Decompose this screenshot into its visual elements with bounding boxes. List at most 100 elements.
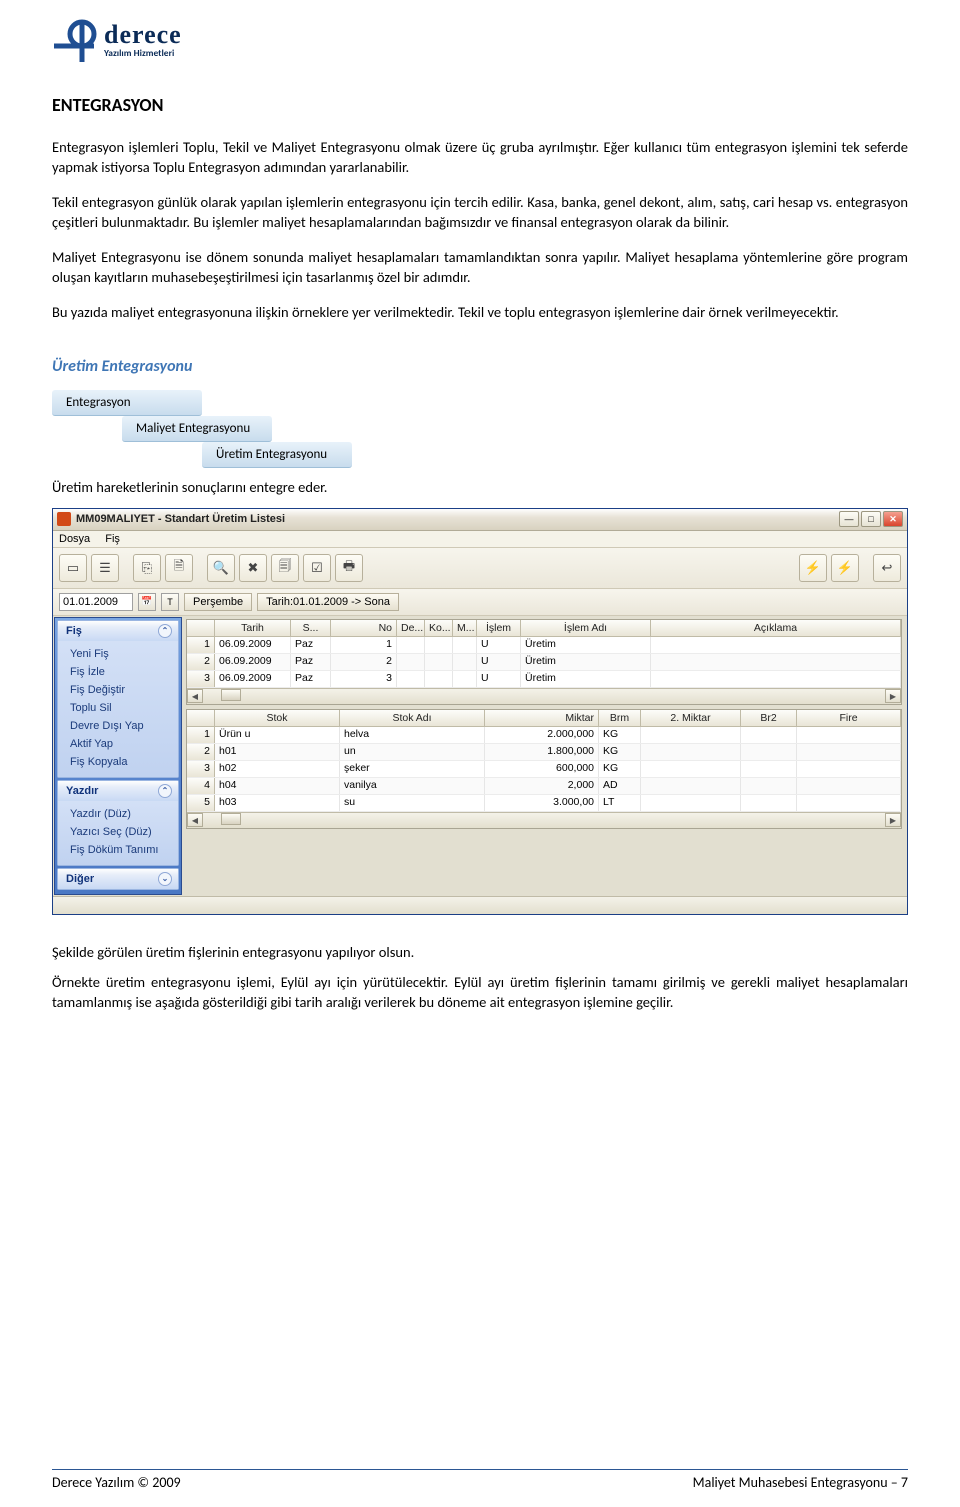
brand-name: derece bbox=[104, 23, 182, 46]
panel-item[interactable]: Fiş İzle bbox=[58, 663, 178, 681]
col-header[interactable]: Açıklama bbox=[651, 620, 901, 636]
date-range-label: Tarih:01.01.2009 -> Sona bbox=[257, 593, 399, 611]
panel-item[interactable]: Fiş Döküm Tanımı bbox=[58, 841, 178, 859]
menu-item-fis[interactable]: Fiş bbox=[105, 533, 120, 545]
scroll-right-icon[interactable]: ▶ bbox=[885, 689, 901, 703]
chevron-down-icon: ⌄ bbox=[158, 872, 172, 886]
minimize-button[interactable]: — bbox=[839, 511, 859, 527]
chevron-up-icon: ⌃ bbox=[158, 624, 172, 638]
col-header[interactable]: Miktar bbox=[485, 710, 599, 726]
col-header[interactable]: S... bbox=[291, 620, 331, 636]
col-header[interactable]: Tarih bbox=[215, 620, 291, 636]
breadcrumb-item: Üretim Entegrasyonu bbox=[202, 442, 352, 468]
body-paragraph: Örnekte üretim entegrasyonu işlemi, Eylü… bbox=[52, 973, 908, 1012]
col-header[interactable]: Br2 bbox=[741, 710, 797, 726]
footer-right: Maliyet Muhasebesi Entegrasyonu – 7 bbox=[693, 1474, 908, 1491]
col-header[interactable]: No bbox=[331, 620, 397, 636]
panel-item[interactable]: Devre Dışı Yap bbox=[58, 717, 178, 735]
col-header[interactable]: De... bbox=[397, 620, 425, 636]
filter-bar: 📅 T Perşembe Tarih:01.01.2009 -> Sona bbox=[53, 589, 907, 616]
col-header[interactable]: 2. Miktar bbox=[641, 710, 741, 726]
logo-mark-icon bbox=[52, 18, 98, 64]
scroll-right-icon[interactable]: ▶ bbox=[885, 813, 901, 827]
toolbar-doc-icon[interactable]: 🗎 bbox=[165, 554, 193, 582]
panel-item[interactable]: Yeni Fiş bbox=[58, 645, 178, 663]
col-header[interactable]: Brm bbox=[599, 710, 641, 726]
table-row[interactable]: 3h02şeker600,000KG bbox=[187, 761, 901, 778]
chevron-up-icon: ⌃ bbox=[158, 784, 172, 798]
scroll-left-icon[interactable]: ◀ bbox=[187, 813, 203, 827]
toolbar-copy-icon[interactable]: ⎘ bbox=[133, 554, 161, 582]
scroll-left-icon[interactable]: ◀ bbox=[187, 689, 203, 703]
scroll-thumb[interactable] bbox=[221, 813, 241, 825]
panel-header-diger[interactable]: Diğer ⌄ bbox=[58, 869, 178, 889]
scroll-thumb[interactable] bbox=[221, 689, 241, 701]
toolbar-new-icon[interactable]: ▭ bbox=[59, 554, 87, 582]
close-button[interactable]: ✕ bbox=[883, 511, 903, 527]
col-header[interactable]: Fire bbox=[797, 710, 901, 726]
panel-header-fis[interactable]: Fiş ⌃ bbox=[58, 621, 178, 641]
body-paragraph: Maliyet Entegrasyonu ise dönem sonunda m… bbox=[52, 248, 908, 287]
date-picker-button[interactable]: 📅 bbox=[138, 593, 156, 611]
toolbar-exit-icon[interactable]: ↩ bbox=[873, 554, 901, 582]
toolbar-check-icon[interactable]: ☑ bbox=[303, 554, 331, 582]
panel-item[interactable]: Toplu Sil bbox=[58, 699, 178, 717]
date-input[interactable] bbox=[59, 593, 133, 611]
body-paragraph: Entegrasyon işlemleri Toplu, Tekil ve Ma… bbox=[52, 138, 908, 177]
toolbar-page-icon[interactable]: 🗐 bbox=[271, 554, 299, 582]
table-row[interactable]: 4h04vanilya2,000AD bbox=[187, 778, 901, 795]
toolbar: ▭ ☰ ⎘ 🗎 🔍 ✖ 🗐 ☑ 🖶 ⚡ ⚡ ↩ bbox=[53, 548, 907, 589]
table-row[interactable]: 2h01un1.800,000KG bbox=[187, 744, 901, 761]
col-header[interactable]: İşlem Adı bbox=[521, 620, 651, 636]
col-header[interactable]: M... bbox=[453, 620, 477, 636]
breadcrumb-path: Entegrasyon Maliyet Entegrasyonu Üretim … bbox=[52, 390, 908, 466]
panel-title: Yazdır bbox=[66, 785, 98, 797]
table-row[interactable]: 1Ürün uhelva2.000,000KG bbox=[187, 727, 901, 744]
horizontal-scrollbar[interactable]: ◀ ▶ bbox=[187, 812, 901, 828]
body-paragraph: Bu yazıda maliyet entegrasyonuna ilişkin… bbox=[52, 303, 908, 323]
panel-item[interactable]: Aktif Yap bbox=[58, 735, 178, 753]
grid-fis-list[interactable]: Tarih S... No De... Ko... M... İşlem İşl… bbox=[186, 619, 902, 705]
menu-bar: Dosya Fiş bbox=[53, 531, 907, 548]
panel-item[interactable]: Fiş Değiştir bbox=[58, 681, 178, 699]
breadcrumb-item: Maliyet Entegrasyonu bbox=[122, 416, 272, 442]
table-row[interactable]: 206.09.2009Paz2UÜretim bbox=[187, 654, 901, 671]
col-header[interactable]: Stok Adı bbox=[340, 710, 485, 726]
section-subheading: Üretim Entegrasyonu bbox=[52, 357, 908, 376]
table-row[interactable]: 106.09.2009Paz1UÜretim bbox=[187, 637, 901, 654]
title-bar: MM09MALIYET - Standart Üretim Listesi — … bbox=[53, 509, 907, 531]
panel-item[interactable]: Yazdır (Düz) bbox=[58, 805, 178, 823]
col-header[interactable]: Ko... bbox=[425, 620, 453, 636]
panel-title: Diğer bbox=[66, 873, 94, 885]
brand-logo: derece Yazılım Hizmetleri bbox=[52, 18, 908, 64]
body-paragraph: Tekil entegrasyon günlük olarak yapılan … bbox=[52, 193, 908, 232]
page-heading: ENTEGRASYON bbox=[52, 94, 908, 116]
toolbar-search-icon[interactable]: 🔍 bbox=[207, 554, 235, 582]
table-row[interactable]: 306.09.2009Paz3UÜretim bbox=[187, 671, 901, 688]
brand-subtitle: Yazılım Hizmetleri bbox=[104, 47, 182, 59]
maximize-button[interactable]: □ bbox=[861, 511, 881, 527]
side-panel: Fiş ⌃ Yeni Fiş Fiş İzle Fiş Değiştir Top… bbox=[54, 617, 182, 895]
window-title: MM09MALIYET - Standart Üretim Listesi bbox=[76, 513, 839, 525]
table-row[interactable]: 5h03su3.000,00LT bbox=[187, 795, 901, 812]
menu-item-dosya[interactable]: Dosya bbox=[59, 533, 90, 545]
toolbar-bolt2-icon[interactable]: ⚡ bbox=[831, 554, 859, 582]
panel-item[interactable]: Fiş Kopyala bbox=[58, 753, 178, 771]
panel-item[interactable]: Yazıcı Seç (Düz) bbox=[58, 823, 178, 841]
col-header[interactable]: Stok bbox=[215, 710, 340, 726]
panel-header-yazdir[interactable]: Yazdır ⌃ bbox=[58, 781, 178, 801]
page-footer: Derece Yazılım © 2009 Maliyet Muhasebesi… bbox=[52, 1469, 908, 1491]
horizontal-scrollbar[interactable]: ◀ ▶ bbox=[187, 688, 901, 704]
t-button[interactable]: T bbox=[161, 593, 179, 611]
toolbar-bolt-icon[interactable]: ⚡ bbox=[799, 554, 827, 582]
body-paragraph: Şekilde görülen üretim fişlerinin entegr… bbox=[52, 943, 908, 961]
toolbar-list-icon[interactable]: ☰ bbox=[91, 554, 119, 582]
col-header[interactable]: İşlem bbox=[477, 620, 521, 636]
toolbar-print-icon[interactable]: 🖶 bbox=[335, 554, 363, 582]
status-bar bbox=[53, 896, 907, 914]
toolbar-delete-icon[interactable]: ✖ bbox=[239, 554, 267, 582]
breadcrumb-item: Entegrasyon bbox=[52, 390, 202, 416]
footer-left: Derece Yazılım © 2009 bbox=[52, 1474, 181, 1491]
grid-stok-list[interactable]: Stok Stok Adı Miktar Brm 2. Miktar Br2 F… bbox=[186, 709, 902, 829]
app-window: MM09MALIYET - Standart Üretim Listesi — … bbox=[52, 508, 908, 915]
